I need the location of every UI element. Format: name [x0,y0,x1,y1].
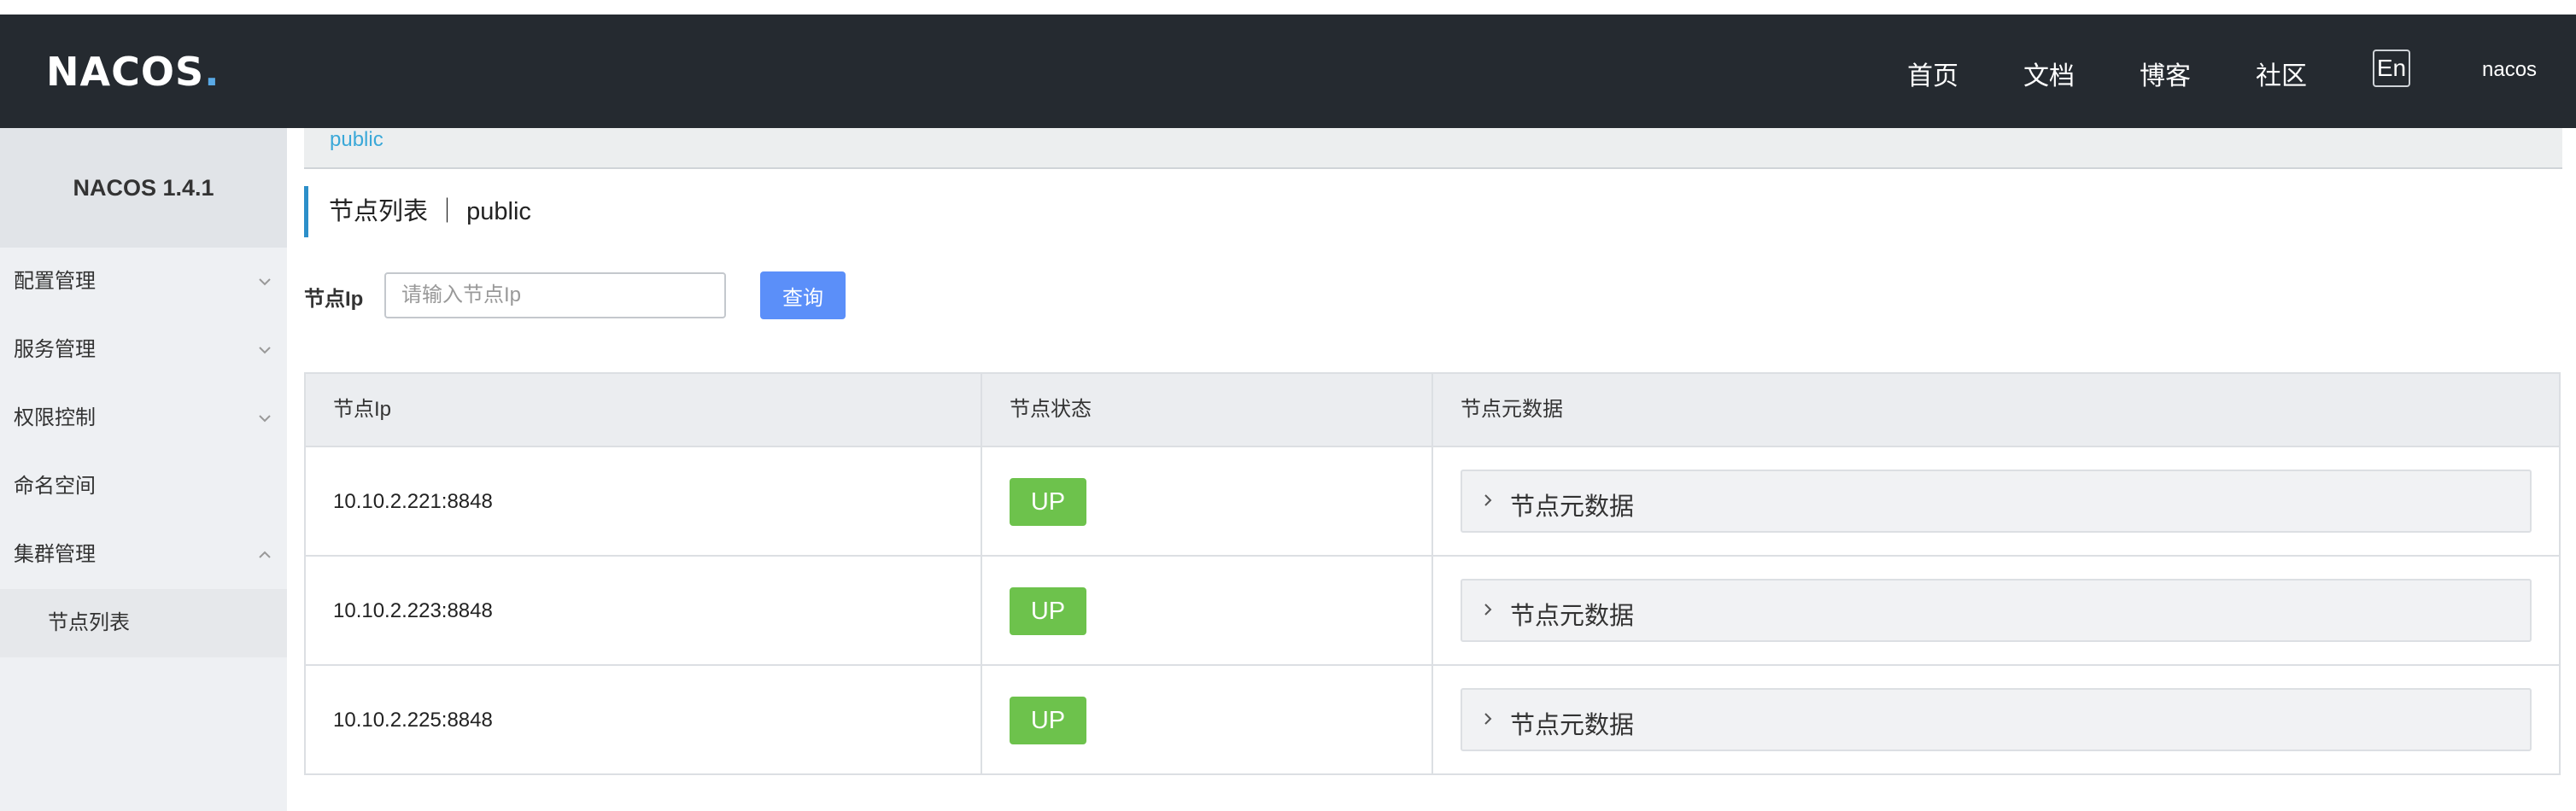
table-row: 10.10.2.223:8848 UP 节点元数据 [306,557,2559,666]
metadata-expander[interactable]: 节点元数据 [1461,688,2532,751]
table-row: 10.10.2.221:8848 UP 节点元数据 [306,447,2559,557]
metadata-cell: 节点元数据 [1433,557,2559,664]
chevron-up-icon [259,551,271,558]
sidebar-item-access-control[interactable]: 权限控制 [0,384,287,452]
query-button[interactable]: 查询 [760,271,846,319]
nav-home-link[interactable]: 首页 [1907,55,1958,92]
sidebar-item-label: 权限控制 [14,406,96,429]
node-ip: 10.10.2.221:8848 [333,490,493,513]
chevron-down-icon [259,347,271,354]
top-navbar: NACOS. 首页 文档 博客 社区 En nacos [0,15,2576,128]
ip-cell: 10.10.2.221:8848 [306,447,982,555]
nav-community-link[interactable]: 社区 [2256,55,2307,92]
metadata-label: 节点元数据 [1510,603,1635,630]
node-ip-search-input[interactable] [384,272,726,318]
status-cell: UP [982,666,1433,773]
sidebar-item-label: 配置管理 [14,270,96,293]
ip-cell: 10.10.2.225:8848 [306,666,982,773]
sidebar: NACOS 1.4.1 配置管理 服务管理 权限控制 命名空间 集群管理 节点列… [0,128,287,811]
version-title: NACOS 1.4.1 [0,128,287,248]
metadata-expander[interactable]: 节点元数据 [1461,579,2532,642]
window-top-strip [0,0,2576,15]
chevron-right-icon [1484,604,1492,616]
sidebar-subitem-node-list[interactable]: 节点列表 [0,589,287,657]
table-header: 节点Ip 节点状态 节点元数据 [306,374,2559,447]
namespace-link-public[interactable]: public [330,128,383,152]
page-title: 节点列表 ｜ public [304,186,531,237]
status-badge: UP [1010,478,1086,526]
chevron-right-icon [1484,713,1492,725]
sidebar-item-label: 集群管理 [14,543,96,566]
sidebar-item-cluster-management[interactable]: 集群管理 [0,521,287,589]
status-cell: UP [982,447,1433,555]
node-ip: 10.10.2.225:8848 [333,709,493,732]
metadata-cell: 节点元数据 [1433,447,2559,555]
language-switch-button[interactable]: En [2373,50,2410,87]
status-badge: UP [1010,587,1086,635]
main-content: public 节点列表 ｜ public 节点Ip 查询 节点Ip 节点状态 节… [304,128,2562,811]
node-ip: 10.10.2.223:8848 [333,599,493,622]
column-header-node-metadata: 节点元数据 [1461,398,1563,421]
node-table: 节点Ip 节点状态 节点元数据 10.10.2.221:8848 UP 节点元数… [304,372,2561,775]
metadata-expander[interactable]: 节点元数据 [1461,470,2532,533]
nav-blog-link[interactable]: 博客 [2140,55,2191,92]
metadata-label: 节点元数据 [1510,712,1635,739]
sidebar-item-label: 命名空间 [14,475,96,498]
chevron-down-icon [259,415,271,423]
ip-cell: 10.10.2.223:8848 [306,557,982,664]
chevron-right-icon [1484,494,1492,506]
nacos-logo[interactable]: NACOS. [46,49,220,95]
column-header-node-status: 节点状态 [982,374,1433,446]
table-row: 10.10.2.225:8848 UP 节点元数据 [306,666,2559,773]
nav-docs-link[interactable]: 文档 [2023,55,2075,92]
node-ip-filter-label: 节点Ip [304,288,364,311]
sidebar-item-config-management[interactable]: 配置管理 [0,248,287,316]
column-header-node-ip: 节点Ip [306,374,982,446]
status-badge: UP [1010,697,1086,744]
metadata-label: 节点元数据 [1510,493,1635,521]
metadata-cell: 节点元数据 [1433,666,2559,773]
namespace-bar: public [304,128,2562,169]
chevron-down-icon [259,278,271,286]
user-name[interactable]: nacos [2482,58,2537,82]
sidebar-item-label: 服务管理 [14,338,96,361]
sidebar-item-service-management[interactable]: 服务管理 [0,316,287,384]
sidebar-item-namespace[interactable]: 命名空间 [0,452,287,521]
status-cell: UP [982,557,1433,664]
